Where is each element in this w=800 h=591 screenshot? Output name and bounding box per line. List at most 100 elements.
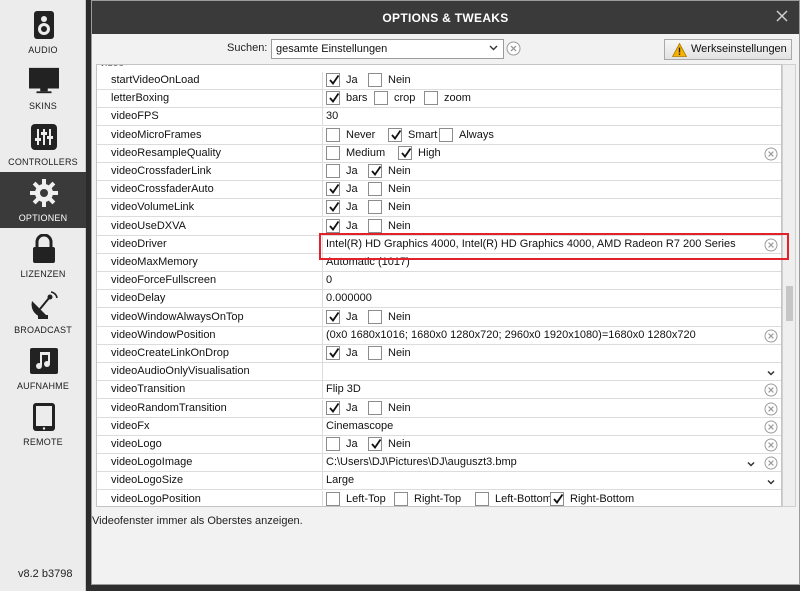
setting-value[interactable]: Ja Nein (326, 163, 766, 181)
scroll-thumb[interactable] (786, 286, 793, 321)
checkbox[interactable] (326, 127, 340, 142)
setting-value[interactable]: (0x0 1680x1016; 1680x0 1280x720; 2960x0 … (326, 327, 766, 345)
table-row[interactable]: videoCrossfaderLink Ja Nein (97, 163, 781, 181)
checkbox[interactable] (475, 491, 489, 506)
checkbox[interactable] (326, 73, 340, 87)
reset-button[interactable] (764, 329, 778, 343)
table-row[interactable]: videoForceFullscreen 0 (97, 272, 781, 291)
checkbox[interactable] (326, 182, 340, 197)
search-clear-button[interactable] (506, 41, 521, 56)
table-row[interactable]: videoDelay 0.000000 (97, 290, 781, 309)
checkbox[interactable] (326, 200, 340, 215)
setting-value[interactable]: Cinemascope (326, 418, 766, 436)
setting-value[interactable]: Ja Nein (326, 345, 766, 363)
table-row[interactable]: videoCreateLinkOnDrop Ja Nein (97, 345, 781, 363)
setting-value[interactable]: Ja Nein (326, 436, 766, 454)
checkbox[interactable] (388, 127, 402, 142)
checkbox[interactable] (326, 164, 340, 178)
setting-value[interactable]: 30 (326, 108, 766, 126)
setting-value[interactable]: Left-Top Right-Top Left-Bottom Right-Bottom (326, 491, 766, 506)
checkbox[interactable] (368, 164, 382, 178)
table-row[interactable]: videoFPS 30 (97, 108, 781, 127)
table-row[interactable]: videoResampleQuality Medium High (97, 144, 781, 163)
checkbox[interactable] (394, 491, 408, 506)
reset-button[interactable] (764, 147, 778, 161)
checkbox[interactable] (326, 346, 340, 360)
reset-button[interactable] (764, 402, 778, 416)
sidebar-item-controllers[interactable]: CONTROLLERS (0, 116, 86, 172)
checkbox[interactable] (326, 491, 340, 506)
reset-button[interactable] (764, 438, 778, 452)
checkbox[interactable] (368, 400, 382, 415)
dropdown-button[interactable] (766, 474, 780, 488)
setting-value[interactable]: C:\Users\DJ\Pictures\DJ\auguszt3.bmp (326, 454, 766, 472)
table-row[interactable]: startVideoOnLoad Ja Nein (97, 72, 781, 90)
chevron-down-icon (489, 43, 498, 55)
table-row[interactable]: videoWindowAlwaysOnTop Ja Nein (97, 308, 781, 327)
sidebar-item-broadcast[interactable]: BROADCAST (0, 284, 86, 340)
checkbox[interactable] (368, 437, 382, 451)
setting-value[interactable] (326, 363, 766, 381)
setting-key: videoWindowPosition (111, 328, 216, 341)
sidebar-item-aufnahme[interactable]: AUFNAHME (0, 340, 86, 396)
table-scrollbar[interactable] (782, 64, 796, 507)
setting-value[interactable]: Medium High (326, 145, 766, 163)
setting-value[interactable]: Never Smart Always (326, 127, 766, 145)
setting-value[interactable]: 0.000000 (326, 290, 766, 308)
sidebar-item-remote[interactable]: REMOTE (0, 396, 86, 452)
reset-button[interactable] (764, 456, 778, 470)
checkbox[interactable] (368, 182, 382, 197)
checkbox[interactable] (326, 309, 340, 324)
table-row[interactable]: videoLogo Ja Nein (97, 436, 781, 454)
setting-value[interactable]: Ja Nein (326, 72, 766, 90)
reset-button[interactable] (764, 420, 778, 434)
reset-button[interactable] (764, 383, 778, 397)
table-row[interactable]: videoWindowPosition (0x0 1680x1016; 1680x… (97, 326, 781, 345)
setting-value[interactable]: Ja Nein (326, 400, 766, 418)
checkbox[interactable] (374, 91, 388, 106)
sidebar-item-skins[interactable]: SKINS (0, 60, 86, 116)
setting-value[interactable]: Ja Nein (326, 199, 766, 217)
setting-value[interactable]: 0 (326, 272, 766, 290)
checkbox[interactable] (326, 400, 340, 415)
search-scope-select[interactable]: gesamte Einstellungen (271, 39, 504, 59)
table-row[interactable]: videoLogoImage C:\Users\DJ\Pictures\DJ\au… (97, 454, 781, 473)
checkbox[interactable] (550, 491, 564, 506)
dropdown-button[interactable] (766, 365, 780, 379)
checkbox[interactable] (326, 91, 340, 106)
setting-value[interactable]: Ja Nein (326, 181, 766, 199)
table-row[interactable]: letterBoxing bars crop zoom (97, 90, 781, 109)
checkbox[interactable] (398, 145, 412, 160)
setting-value[interactable]: bars crop zoom (326, 90, 766, 108)
table-row[interactable]: videoFx Cinemascope (97, 417, 781, 436)
close-button[interactable] (775, 9, 789, 23)
option-label: Smart (408, 128, 438, 141)
table-row[interactable]: videoVolumeLink Ja Nein (97, 199, 781, 218)
table-row[interactable]: videoCrossfaderAuto Ja Nein (97, 181, 781, 200)
table-row[interactable]: videoMicroFrames Never Smart Always (97, 126, 781, 145)
checkbox[interactable] (368, 346, 382, 360)
checkbox[interactable] (368, 200, 382, 215)
table-row[interactable]: videoAudioOnlyVisualisation (97, 363, 781, 382)
setting-value[interactable]: Flip 3D (326, 381, 766, 399)
checkbox[interactable] (326, 145, 340, 160)
checkbox[interactable] (326, 437, 340, 451)
table-row[interactable]: videoLogoPosition Left-Top Right-Top Left-B… (97, 490, 781, 506)
checkbox[interactable] (326, 218, 340, 233)
setting-value[interactable]: Large (326, 472, 766, 490)
factory-defaults-button[interactable]: Werkseinstellungen (664, 39, 792, 60)
checkbox[interactable] (368, 218, 382, 233)
sidebar-item-lizenzen[interactable]: LIZENZEN (0, 228, 86, 284)
setting-key: videoCrossfaderLink (111, 165, 212, 177)
setting-value[interactable]: Ja Nein (326, 309, 766, 327)
checkbox[interactable] (368, 73, 382, 87)
dropdown-button[interactable] (746, 456, 760, 470)
checkbox[interactable] (368, 309, 382, 324)
table-row[interactable]: videoRandomTransition Ja Nein (97, 399, 781, 418)
checkbox[interactable] (424, 91, 438, 106)
sidebar-item-audio[interactable]: AUDIO (0, 4, 86, 60)
checkbox[interactable] (439, 127, 453, 142)
sidebar-item-optionen[interactable]: OPTIONEN (0, 172, 86, 228)
table-row[interactable]: videoLogoSize Large (97, 472, 781, 491)
table-row[interactable]: videoTransition Flip 3D (97, 381, 781, 400)
